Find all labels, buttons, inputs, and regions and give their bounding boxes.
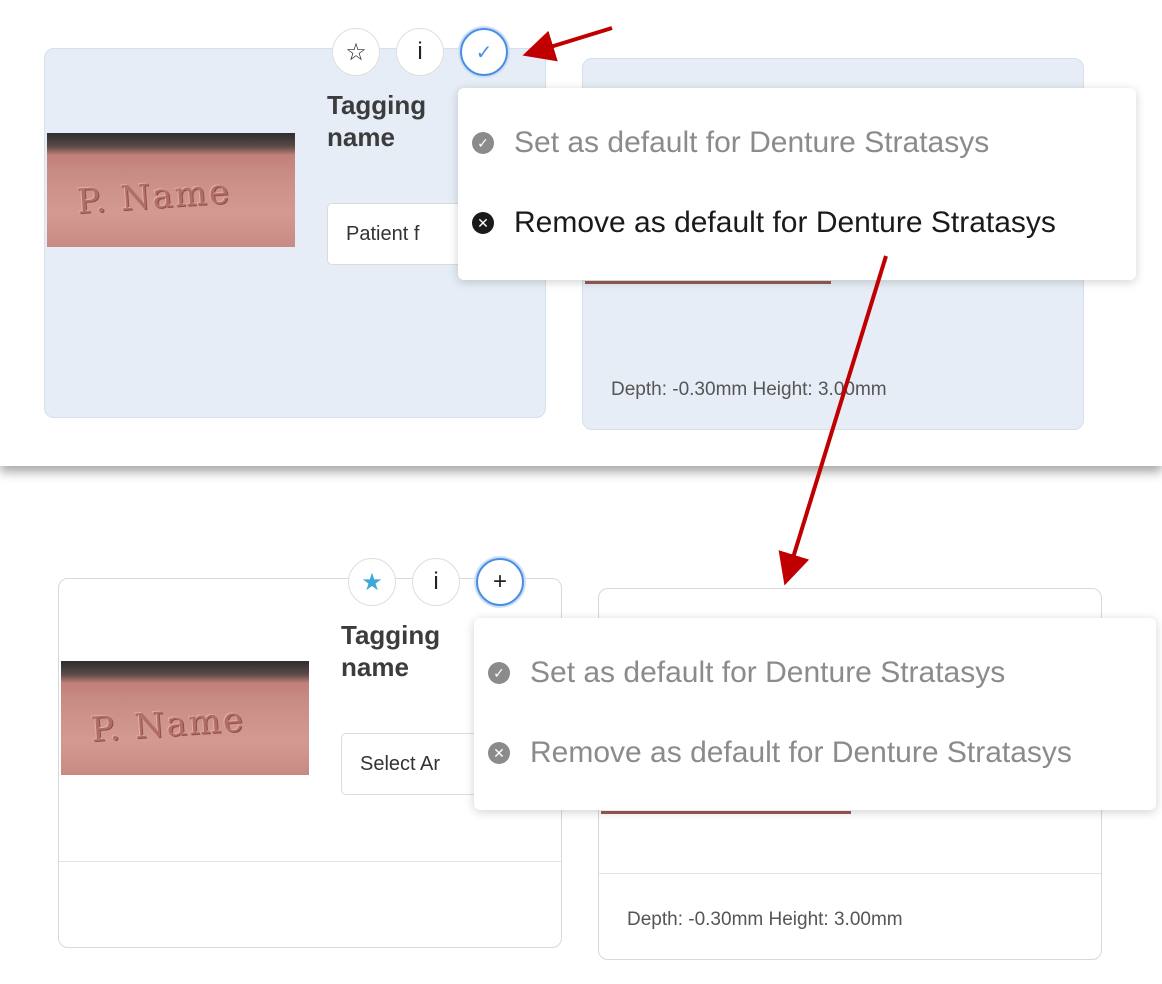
favorite-button[interactable]: ★ — [348, 558, 396, 606]
info-button[interactable]: i — [412, 558, 460, 606]
thumbnail-embossed-text: P. Name — [89, 699, 247, 751]
top-screenshot-panel: P. Name Tagging name Patient f Depth: -0… — [0, 0, 1162, 466]
thumbnail-shadow — [47, 133, 295, 155]
plus-icon: + — [492, 568, 507, 595]
set-default-label: Set as default for Denture Stratasys — [514, 126, 990, 159]
check-icon: ✓ — [475, 41, 493, 64]
star-filled-icon: ★ — [361, 568, 383, 596]
default-toggle-button[interactable]: ✓ — [460, 28, 508, 76]
remove-default-menu-item[interactable]: ✕ Remove as default for Denture Stratasy… — [488, 736, 1072, 770]
depth-height-info: Depth: -0.30mm Height: 3.00mm — [627, 909, 903, 930]
tag-text-select[interactable]: Patient f — [327, 203, 477, 265]
add-default-button[interactable]: + — [476, 558, 524, 606]
remove-default-label: Remove as default for Denture Stratasys — [514, 206, 1056, 239]
bottom-screenshot-panel: P. Name Tagging name Select Ar Depth: -0… — [0, 540, 1162, 984]
info-icon: i — [433, 568, 439, 595]
set-default-label: Set as default for Denture Stratasys — [530, 656, 1006, 689]
card-divider — [59, 861, 561, 862]
set-default-menu-item[interactable]: ✓ Set as default for Denture Stratasys — [472, 126, 989, 160]
favorite-button[interactable]: ☆ — [332, 28, 380, 76]
card-title: Tagging name — [341, 620, 441, 682]
thumbnail-shadow — [61, 661, 309, 683]
x-circle-icon: ✕ — [488, 742, 510, 764]
star-outline-icon: ☆ — [345, 38, 367, 66]
card-title: Tagging name — [327, 90, 427, 152]
depth-height-info: Depth: -0.30mm Height: 3.00mm — [611, 379, 887, 400]
tag-thumbnail-image: P. Name — [61, 661, 309, 775]
info-icon: i — [417, 38, 423, 65]
check-circle-icon: ✓ — [488, 662, 510, 684]
preview-image-edge — [585, 281, 831, 284]
thumbnail-embossed-text: P. Name — [75, 171, 233, 223]
remove-default-menu-item[interactable]: ✕ Remove as default for Denture Stratasy… — [472, 206, 1056, 240]
set-default-menu-item[interactable]: ✓ Set as default for Denture Stratasys — [488, 656, 1005, 690]
x-circle-icon: ✕ — [472, 212, 494, 234]
tag-thumbnail-image: P. Name — [47, 133, 295, 247]
preview-image-edge — [601, 811, 851, 814]
remove-default-label: Remove as default for Denture Stratasys — [530, 736, 1072, 769]
tag-text-select[interactable]: Select Ar — [341, 733, 491, 795]
default-menu: ✓ Set as default for Denture Stratasys ✕… — [458, 88, 1136, 280]
default-menu: ✓ Set as default for Denture Stratasys ✕… — [474, 618, 1156, 810]
check-circle-icon: ✓ — [472, 132, 494, 154]
card-divider — [599, 873, 1101, 874]
info-button[interactable]: i — [396, 28, 444, 76]
